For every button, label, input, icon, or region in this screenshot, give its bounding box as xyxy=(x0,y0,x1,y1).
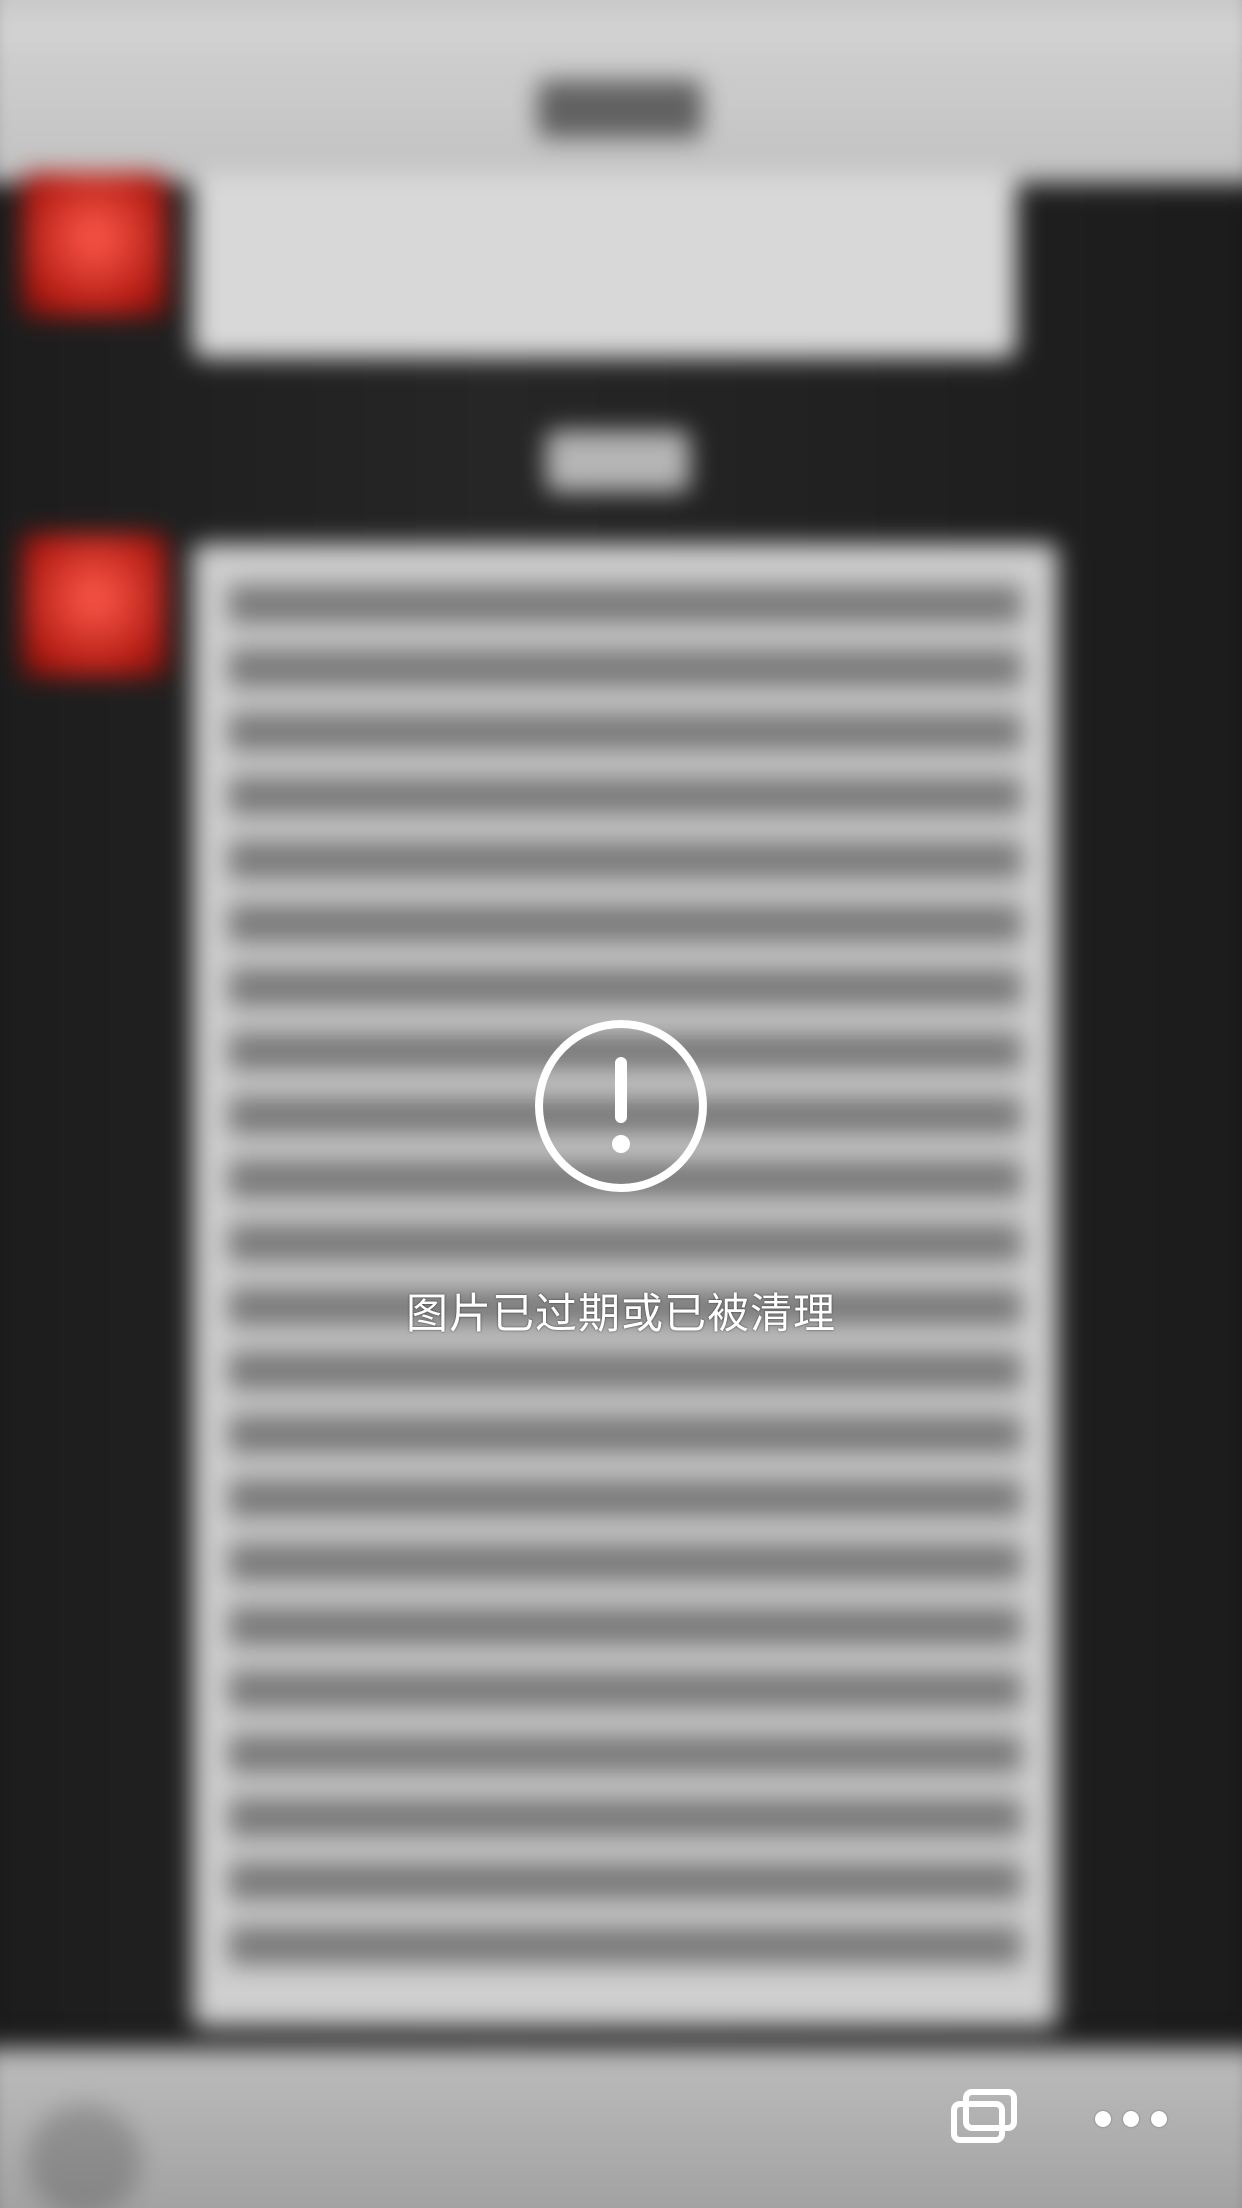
multi-window-icon xyxy=(948,2086,1022,2152)
image-viewer: 图片已过期或已被清理 xyxy=(0,0,1242,2208)
expired-overlay: 图片已过期或已被清理 xyxy=(0,0,1242,2208)
expired-message: 图片已过期或已被清理 xyxy=(405,1289,836,1338)
bottom-actions xyxy=(930,2084,1220,2154)
more-dot xyxy=(1095,2111,1111,2127)
more-button[interactable] xyxy=(1076,2084,1186,2154)
exclamation-circle-icon xyxy=(532,1017,710,1195)
more-horizontal-icon xyxy=(1095,2111,1167,2127)
multi-window-button[interactable] xyxy=(930,2084,1040,2154)
more-dot xyxy=(1151,2111,1167,2127)
more-dot xyxy=(1123,2111,1139,2127)
